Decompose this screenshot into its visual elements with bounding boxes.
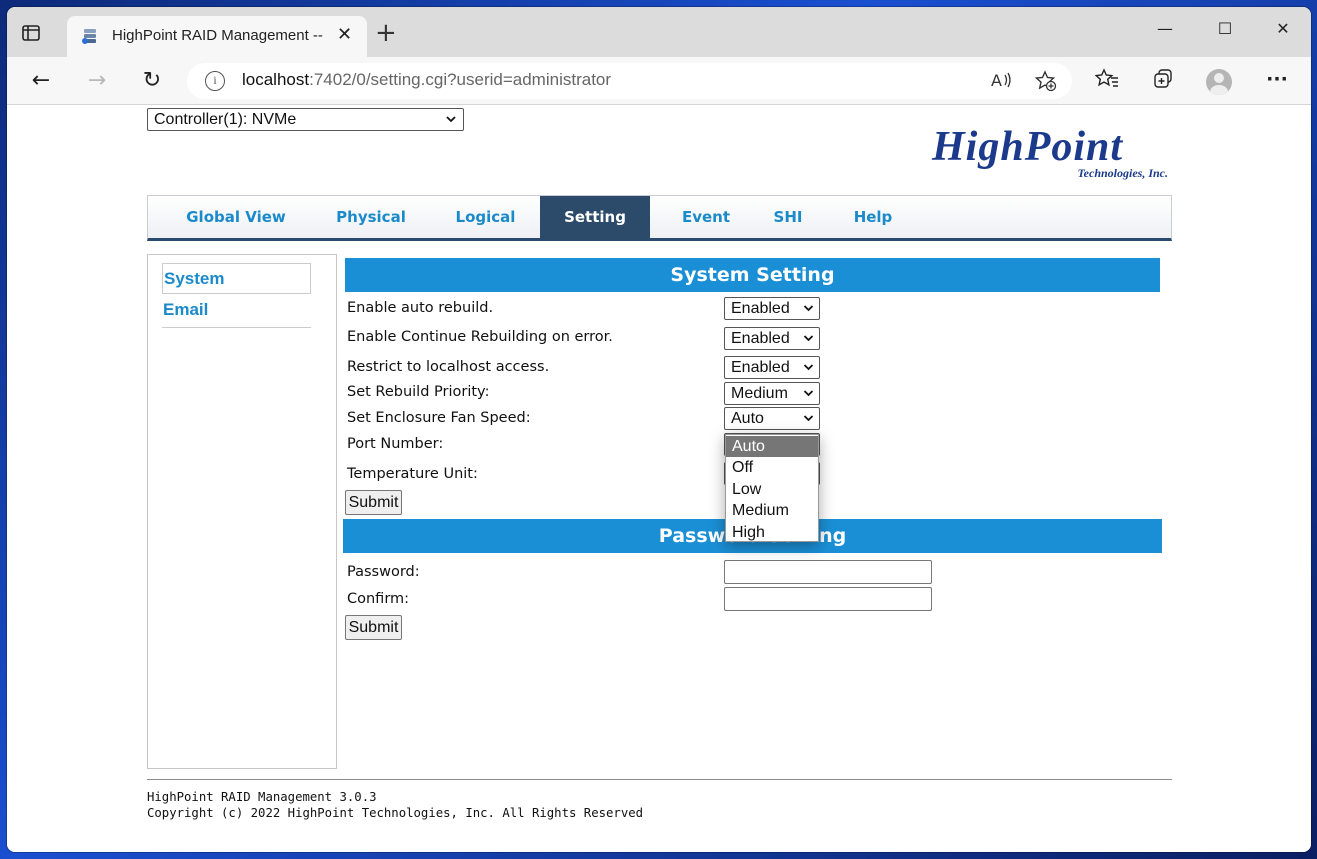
controller-select[interactable]: Controller(1): NVMe <box>147 108 464 131</box>
continue-rebuilding-value: Enabled <box>731 330 790 347</box>
rebuild-priority-value: Medium <box>731 385 788 402</box>
raid-disks-icon <box>81 27 99 45</box>
back-arrow-icon[interactable]: ← <box>26 67 56 95</box>
confirm-label: Confirm: <box>347 591 410 607</box>
system-setting-header: System Setting <box>345 258 1160 292</box>
auto-rebuild-value: Enabled <box>731 300 790 317</box>
tab-logical[interactable]: Logical <box>438 196 533 239</box>
auto-rebuild-label: Enable auto rebuild. <box>347 300 494 316</box>
password-label: Password: <box>347 564 420 580</box>
browser-window: HighPoint RAID Management -- ✕ + — ☐ ✕ ←… <box>7 7 1311 852</box>
controller-select-value: Controller(1): NVMe <box>154 111 297 128</box>
url-text[interactable]: localhost:7402/0/setting.cgi?userid=admi… <box>242 70 611 90</box>
minimize-icon[interactable]: — <box>1150 19 1180 38</box>
profile-avatar-icon[interactable] <box>1206 69 1232 95</box>
footer-version: HighPoint RAID Management 3.0.3 <box>147 790 377 804</box>
footer-divider <box>147 779 1172 780</box>
dropdown-option-high[interactable]: High <box>726 522 818 543</box>
logo-subtitle: Technologies, Inc. <box>1077 166 1168 180</box>
collections-icon[interactable] <box>1148 68 1178 95</box>
system-submit-button[interactable]: Submit <box>345 490 402 515</box>
continue-rebuilding-select[interactable]: Enabled <box>724 327 820 350</box>
dropdown-option-off[interactable]: Off <box>726 457 818 478</box>
fan-speed-select[interactable]: Auto <box>724 407 820 430</box>
fan-speed-dropdown: Auto Off Low Medium High <box>725 434 819 542</box>
tab-shi[interactable]: SHI <box>758 196 818 239</box>
rebuild-priority-select[interactable]: Medium <box>724 382 820 405</box>
settings-sidebar: System Email <box>147 254 337 769</box>
close-icon[interactable]: ✕ <box>337 24 352 45</box>
tab-event[interactable]: Event <box>661 196 751 239</box>
navigation-bar: ← → ↻ i localhost:7402/0/setting.cgi?use… <box>7 57 1311 105</box>
fan-speed-value: Auto <box>731 410 764 427</box>
main-menu: Global View Physical Logical Setting Eve… <box>147 195 1172 241</box>
page-content: Controller(1): NVMe HighPoint Technologi… <box>7 105 1311 852</box>
tab-physical[interactable]: Physical <box>316 196 426 239</box>
tab-title: HighPoint RAID Management -- <box>112 27 323 44</box>
add-favorite-icon[interactable] <box>1034 70 1057 97</box>
localhost-access-label: Restrict to localhost access. <box>347 359 550 375</box>
chevron-down-icon <box>445 109 457 136</box>
refresh-icon[interactable]: ↻ <box>137 67 167 95</box>
chevron-down-icon <box>803 328 814 356</box>
chevron-down-icon <box>803 408 814 436</box>
info-icon[interactable]: i <box>205 71 225 91</box>
svg-text:A: A <box>991 71 1002 90</box>
address-bar[interactable]: i localhost:7402/0/setting.cgi?userid=ad… <box>187 63 1072 99</box>
sidebar-item-system[interactable]: System <box>162 263 311 294</box>
browser-tab[interactable]: HighPoint RAID Management -- ✕ <box>67 16 367 57</box>
dropdown-option-medium[interactable]: Medium <box>726 500 818 521</box>
sidebar-item-email[interactable]: Email <box>162 296 311 328</box>
confirm-field[interactable] <box>724 587 932 611</box>
tab-bar: HighPoint RAID Management -- ✕ + — ☐ ✕ <box>7 7 1311 57</box>
chevron-down-icon <box>803 357 814 385</box>
highpoint-logo: HighPoint Technologies, Inc. <box>932 123 1172 185</box>
favorites-icon[interactable] <box>1092 68 1122 95</box>
dropdown-option-auto[interactable]: Auto <box>726 436 818 457</box>
rebuild-priority-label: Set Rebuild Priority: <box>347 384 490 400</box>
tab-help[interactable]: Help <box>838 196 908 239</box>
auto-rebuild-select[interactable]: Enabled <box>724 297 820 320</box>
password-submit-button[interactable]: Submit <box>345 615 402 640</box>
password-field[interactable] <box>724 560 932 584</box>
footer-copyright: Copyright (c) 2022 HighPoint Technologie… <box>147 806 644 820</box>
logo-name: HighPoint <box>932 124 1124 170</box>
dropdown-option-low[interactable]: Low <box>726 479 818 500</box>
tab-actions-icon[interactable] <box>21 23 43 45</box>
window-close-icon[interactable]: ✕ <box>1268 19 1298 38</box>
port-number-label: Port Number: <box>347 436 444 452</box>
maximize-icon[interactable]: ☐ <box>1210 19 1240 38</box>
tab-setting[interactable]: Setting <box>540 196 650 239</box>
continue-rebuilding-label: Enable Continue Rebuilding on error. <box>347 329 613 345</box>
forward-arrow-icon[interactable]: → <box>82 67 112 95</box>
localhost-access-select[interactable]: Enabled <box>724 356 820 379</box>
plus-icon[interactable]: + <box>375 20 397 46</box>
tab-global-view[interactable]: Global View <box>171 196 301 239</box>
chevron-down-icon <box>803 298 814 326</box>
fan-speed-label: Set Enclosure Fan Speed: <box>347 410 531 426</box>
more-icon[interactable]: ··· <box>1262 68 1292 90</box>
localhost-access-value: Enabled <box>731 359 790 376</box>
read-aloud-icon[interactable]: A <box>991 70 1013 95</box>
temperature-unit-label: Temperature Unit: <box>347 466 478 482</box>
